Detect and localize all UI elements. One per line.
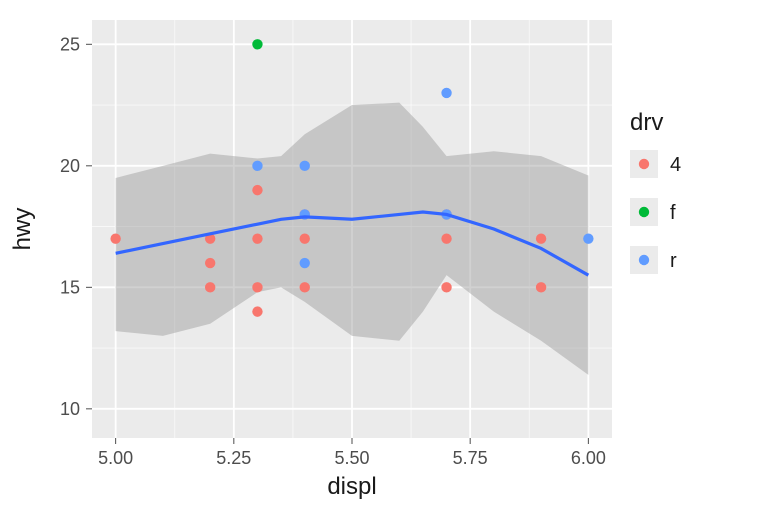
data-point xyxy=(441,88,451,98)
data-point xyxy=(300,258,310,268)
data-point xyxy=(441,282,451,292)
data-point xyxy=(252,306,262,316)
y-tick-label: 15 xyxy=(60,277,80,297)
data-point xyxy=(252,39,262,49)
data-point xyxy=(205,258,215,268)
data-point xyxy=(300,282,310,292)
data-point xyxy=(300,161,310,171)
x-tick-label: 5.75 xyxy=(453,448,488,468)
data-point xyxy=(110,234,120,244)
x-axis-title: displ xyxy=(327,473,376,500)
x-tick-label: 5.50 xyxy=(334,448,369,468)
x-tick-label: 5.00 xyxy=(98,448,133,468)
data-point xyxy=(536,282,546,292)
y-tick-label: 10 xyxy=(60,399,80,419)
legend-swatch xyxy=(639,255,649,265)
y-axis-title: hwy xyxy=(9,208,36,251)
data-point xyxy=(252,161,262,171)
y-tick-label: 20 xyxy=(60,156,80,176)
data-point xyxy=(441,234,451,244)
legend-title: drv xyxy=(630,109,663,136)
x-tick-label: 6.00 xyxy=(571,448,606,468)
data-point xyxy=(536,234,546,244)
legend-label: 4 xyxy=(670,154,681,176)
data-point xyxy=(252,234,262,244)
data-point xyxy=(252,185,262,195)
legend-swatch xyxy=(639,207,649,217)
data-point xyxy=(205,282,215,292)
y-tick-label: 25 xyxy=(60,34,80,54)
data-point xyxy=(252,282,262,292)
legend-label: r xyxy=(670,250,677,272)
chart-svg: 5.00 5.25 5.50 5.75 6.00 10 15 20 25 displ hwy drv 4… xyxy=(0,0,768,512)
data-point xyxy=(583,234,593,244)
legend-swatch xyxy=(639,159,649,169)
data-point xyxy=(300,234,310,244)
chart-container: 5.00 5.25 5.50 5.75 6.00 10 15 20 25 displ hwy drv 4… xyxy=(0,0,768,512)
x-tick-label: 5.25 xyxy=(216,448,251,468)
legend-label: f xyxy=(670,202,676,224)
